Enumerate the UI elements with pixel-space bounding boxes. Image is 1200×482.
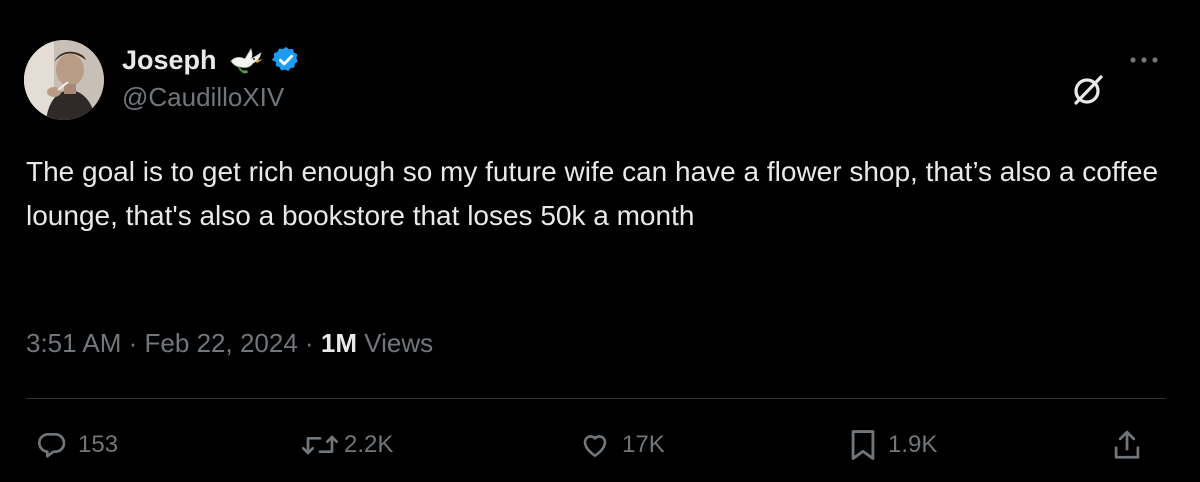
tweet-meta: 3:51 AM · Feb 22, 2024 · 1M Views: [26, 328, 433, 359]
author-display-name[interactable]: Joseph: [122, 45, 217, 76]
reply-icon: [38, 433, 66, 458]
views-count[interactable]: 1M: [321, 328, 357, 358]
share-icon: [1114, 430, 1140, 459]
repost-button[interactable]: 2.2K: [300, 425, 393, 465]
bookmark-button[interactable]: 1.9K: [848, 425, 937, 465]
bookmark-count: 1.9K: [888, 431, 938, 458]
tweet-date[interactable]: Feb 22, 2024: [145, 328, 298, 358]
author-handle[interactable]: @CaudilloXIV: [122, 82, 284, 113]
repost-icon: [302, 435, 338, 455]
more-options-icon[interactable]: [1126, 50, 1162, 70]
avatar[interactable]: [24, 40, 104, 120]
bookmark-icon: [851, 430, 875, 460]
verified-badge-icon[interactable]: [271, 45, 301, 75]
avatar-image: [24, 40, 104, 120]
meta-separator: ·: [305, 328, 314, 358]
like-count: 17K: [622, 431, 665, 458]
like-button[interactable]: 17K: [578, 425, 665, 465]
dove-icon: [227, 45, 267, 75]
reply-count: 153: [78, 431, 119, 458]
meta-separator: ·: [128, 328, 138, 358]
tweet-time[interactable]: 3:51 AM: [26, 328, 121, 358]
divider: [26, 398, 1166, 399]
repost-count: 2.2K: [344, 431, 394, 458]
views-label: Views: [364, 328, 434, 358]
heart-icon: [583, 435, 607, 457]
grok-icon[interactable]: [1068, 70, 1108, 110]
share-button[interactable]: [1112, 425, 1142, 465]
reply-button[interactable]: 153: [36, 425, 118, 465]
author-name-row: Joseph: [122, 44, 301, 76]
tweet-card: Joseph @CaudilloXIV The goal is to get r…: [0, 0, 1200, 482]
tweet-text: The goal is to get rich enough so my fut…: [26, 156, 1159, 231]
